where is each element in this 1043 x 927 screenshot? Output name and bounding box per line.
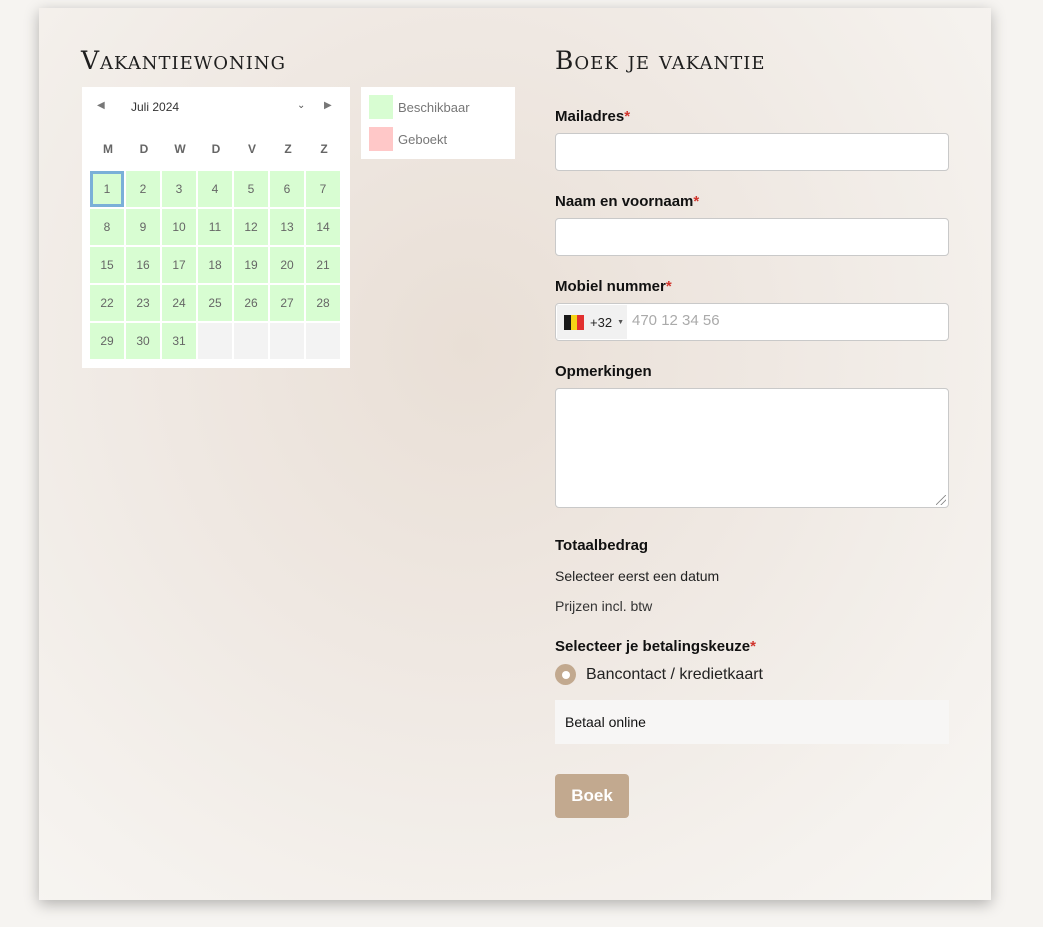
legend-booked: Geboekt xyxy=(369,127,447,151)
calendar-day[interactable]: 27 xyxy=(270,285,304,321)
calendar-weekdays: M D W D V Z Z xyxy=(90,142,342,156)
booking-form-title: Boek je vakantie xyxy=(555,46,766,75)
book-button[interactable]: Boek xyxy=(555,774,629,818)
email-label-text: Mailadres xyxy=(555,108,625,125)
next-month-icon[interactable]: ▶ xyxy=(324,100,332,111)
name-field[interactable] xyxy=(555,218,949,256)
phone-label: Mobiel nummer* xyxy=(555,278,672,295)
weekday-label: V xyxy=(247,142,256,156)
calendar-legend: Beschikbaar Geboekt xyxy=(361,87,515,159)
dial-code: +32 xyxy=(590,314,613,330)
total-amount-text: Selecteer eerst een datum xyxy=(555,568,720,584)
calendar-empty-cell xyxy=(270,323,304,359)
calendar-empty-cell xyxy=(234,323,268,359)
availability-calendar: ◀ Juli 2024 ⌄ ▶ M D W D V Z Z 1234567891… xyxy=(82,87,350,368)
calendar-day[interactable]: 6 xyxy=(270,171,304,207)
calendar-day[interactable]: 21 xyxy=(306,247,340,283)
phone-field[interactable]: +32 ▼ 470 12 34 56 xyxy=(555,303,949,341)
payment-description-box: Betaal online xyxy=(555,700,949,744)
calendar-day[interactable]: 25 xyxy=(198,285,232,321)
weekday-label: Z xyxy=(284,142,292,156)
phone-label-text: Mobiel nummer xyxy=(555,278,666,295)
calendar-day[interactable]: 30 xyxy=(126,323,160,359)
weekday-label: D xyxy=(211,142,221,156)
email-field[interactable] xyxy=(555,133,949,171)
payment-option-bancontact[interactable]: Bancontact / kredietkaart xyxy=(555,664,763,685)
calendar-day[interactable]: 3 xyxy=(162,171,196,207)
calendar-day-grid: 1 2 3 4 5 6 7 8 9 10 11 12 13 14 15 16 17 18 19 20 21 22 23 24 2… xyxy=(90,171,340,359)
calendar-day[interactable]: 2 xyxy=(126,171,160,207)
calendar-day[interactable]: 9 xyxy=(126,209,160,245)
required-mark: * xyxy=(750,638,756,655)
booked-swatch xyxy=(369,127,393,151)
legend-booked-label: Geboekt xyxy=(398,131,448,147)
vat-note: Prijzen incl. btw xyxy=(555,598,653,614)
remarks-label: Opmerkingen xyxy=(555,363,652,380)
phone-placeholder: 470 12 34 56 xyxy=(632,312,720,329)
weekday-label: M xyxy=(103,142,113,156)
weekday-label: Z xyxy=(320,142,328,156)
calendar-day[interactable]: 29 xyxy=(90,323,124,359)
name-label-text: Naam en voornaam xyxy=(555,193,694,210)
calendar-day[interactable]: 23 xyxy=(126,285,160,321)
required-mark: * xyxy=(665,278,672,295)
calendar-day[interactable]: 17 xyxy=(162,247,196,283)
remarks-textarea[interactable] xyxy=(555,388,949,508)
calendar-day[interactable]: 16 xyxy=(126,247,160,283)
required-mark: * xyxy=(693,193,700,210)
belgium-flag-icon xyxy=(564,314,585,330)
calendar-day[interactable]: 22 xyxy=(90,285,124,321)
resize-handle-icon[interactable] xyxy=(936,495,946,505)
calendar-day[interactable]: 1 xyxy=(90,171,124,207)
name-label: Naam en voornaam* xyxy=(555,193,699,210)
payment-label: Selecteer je betalingskeuze* xyxy=(555,638,756,655)
legend-available-label: Beschikbaar xyxy=(398,99,470,115)
calendar-month-label: Juli 2024 xyxy=(131,100,180,114)
booking-card: Vakantiewoning Boek je vakantie ◀ Juli 2… xyxy=(39,8,991,900)
calendar-day[interactable]: 5 xyxy=(234,171,268,207)
calendar-day[interactable]: 28 xyxy=(306,285,340,321)
calendar-day[interactable]: 20 xyxy=(270,247,304,283)
country-code-selector[interactable]: +32 ▼ xyxy=(557,305,627,339)
legend-available: Beschikbaar xyxy=(369,95,470,119)
calendar-day[interactable]: 15 xyxy=(90,247,124,283)
previous-month-icon[interactable]: ◀ xyxy=(97,100,105,111)
calendar-day[interactable]: 12 xyxy=(234,209,268,245)
total-label: Totaalbedrag xyxy=(555,537,649,554)
calendar-day[interactable]: 18 xyxy=(198,247,232,283)
calendar-day[interactable]: 31 xyxy=(162,323,196,359)
available-swatch xyxy=(369,95,393,119)
email-label: Mailadres* xyxy=(555,108,630,125)
calendar-day[interactable]: 24 xyxy=(162,285,196,321)
calendar-day[interactable]: 14 xyxy=(306,209,340,245)
radio-selected-icon[interactable] xyxy=(555,664,576,685)
calendar-empty-cell xyxy=(306,323,340,359)
calendar-day[interactable]: 13 xyxy=(270,209,304,245)
payment-label-text: Selecteer je betalingskeuze xyxy=(555,638,751,655)
calendar-day[interactable]: 26 xyxy=(234,285,268,321)
property-title: Vakantiewoning xyxy=(81,46,287,75)
calendar-day[interactable]: 4 xyxy=(198,171,232,207)
calendar-empty-cell xyxy=(198,323,232,359)
calendar-day[interactable]: 19 xyxy=(234,247,268,283)
payment-description: Betaal online xyxy=(565,714,646,730)
calendar-day[interactable]: 10 xyxy=(162,209,196,245)
calendar-header: ◀ Juli 2024 ⌄ ▶ xyxy=(82,87,350,129)
weekday-label: W xyxy=(174,142,186,156)
month-dropdown-icon[interactable]: ⌄ xyxy=(297,100,305,111)
weekday-label: D xyxy=(139,142,149,156)
required-mark: * xyxy=(624,108,631,125)
calendar-day[interactable]: 7 xyxy=(306,171,340,207)
calendar-day[interactable]: 11 xyxy=(198,209,232,245)
calendar-day[interactable]: 8 xyxy=(90,209,124,245)
payment-option-label: Bancontact / kredietkaart xyxy=(586,665,763,683)
caret-down-icon: ▼ xyxy=(617,318,624,326)
